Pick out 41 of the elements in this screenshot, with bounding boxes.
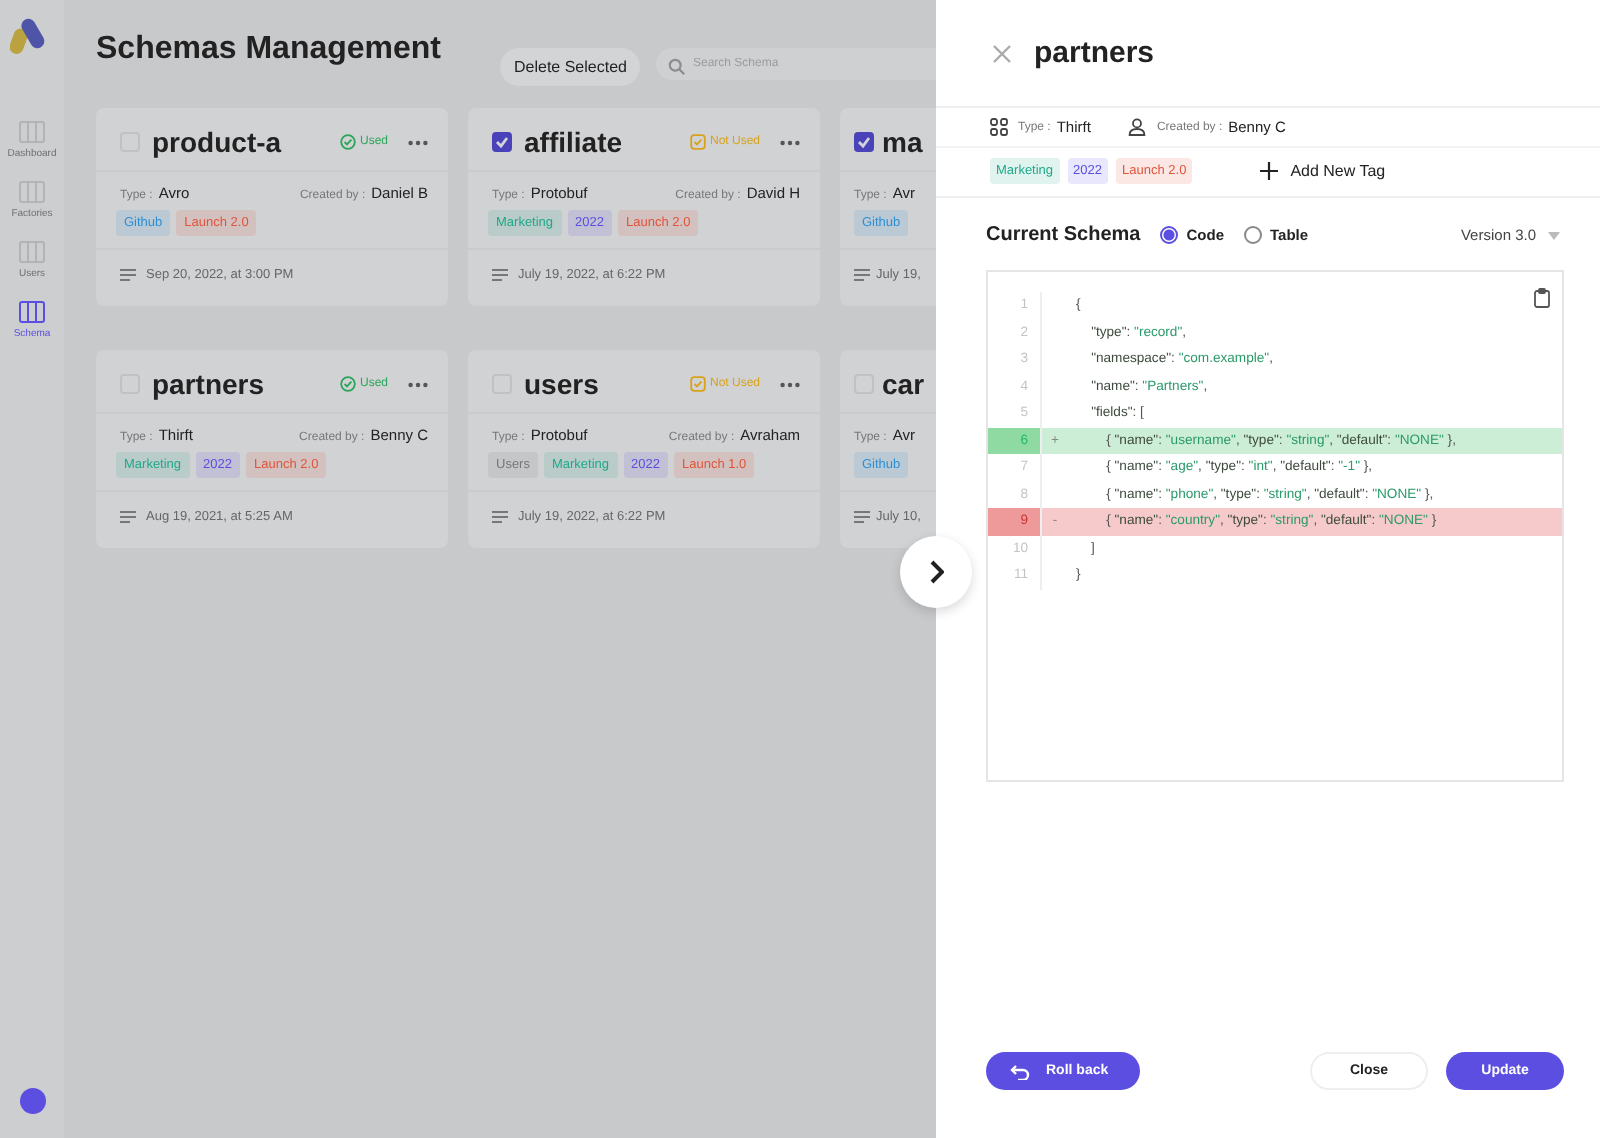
more-icon[interactable] — [780, 381, 800, 387]
notes-icon — [854, 268, 870, 282]
undo-icon — [1010, 1063, 1030, 1079]
more-icon[interactable] — [408, 139, 428, 145]
page-title: Schemas Management — [96, 32, 444, 68]
checkbox[interactable] — [854, 132, 874, 152]
card-title: car — [882, 368, 925, 400]
check-icon — [339, 376, 356, 392]
notes-icon — [854, 510, 870, 524]
card-title: product-a — [152, 126, 284, 158]
plus-icon — [1260, 162, 1279, 180]
notes-icon — [492, 268, 508, 282]
columns-icon — [18, 300, 46, 324]
columns-icon — [18, 180, 46, 204]
check-icon — [689, 134, 706, 150]
section-heading: Current Schema — [986, 224, 1141, 246]
more-icon[interactable] — [780, 139, 800, 145]
columns-icon — [18, 240, 46, 264]
card-title: affiliate — [524, 126, 625, 158]
notes-icon — [492, 510, 508, 524]
notes-icon — [120, 510, 136, 524]
avatar[interactable] — [19, 1088, 45, 1114]
user-icon — [1128, 118, 1147, 136]
delete-selected-button[interactable]: Delete Selected — [500, 48, 641, 86]
search-icon — [668, 58, 687, 76]
card-title: users — [524, 368, 601, 400]
add-tag-button[interactable]: Add New Tag — [1260, 162, 1386, 180]
check-icon — [689, 376, 706, 392]
card-title: partners — [152, 368, 267, 400]
clipboard-icon[interactable] — [1534, 288, 1550, 308]
card-title: ma — [882, 126, 923, 158]
checkbox[interactable] — [492, 132, 512, 152]
notes-icon — [120, 268, 136, 282]
drawer-title: partners — [1034, 36, 1155, 70]
columns-icon — [18, 120, 46, 144]
check-icon — [339, 134, 356, 150]
close-icon[interactable] — [992, 43, 1012, 63]
grid-icon — [990, 118, 1008, 136]
chevron-right-icon — [928, 560, 944, 584]
caret-icon — [1548, 231, 1560, 239]
more-icon[interactable] — [408, 381, 428, 387]
